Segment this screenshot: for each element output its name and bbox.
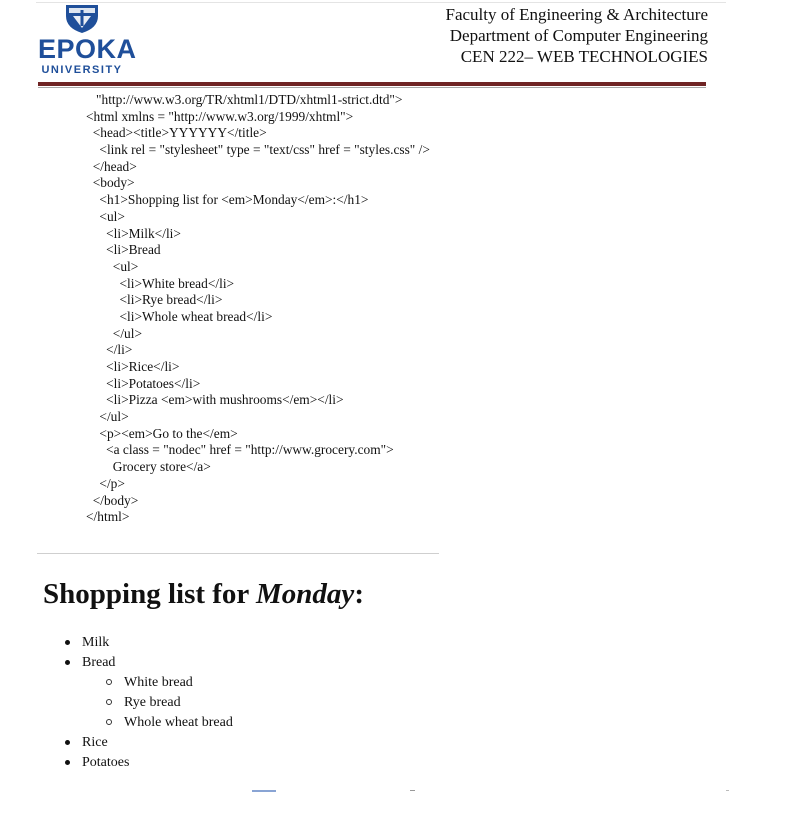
sublist-item: White bread bbox=[106, 673, 233, 693]
logo-shield-icon bbox=[66, 5, 98, 33]
header-rule-thin bbox=[38, 87, 706, 88]
code-line: <h1>Shopping list for <em>Monday</em>:</… bbox=[86, 192, 369, 208]
code-line: <li>Pizza <em>with mushrooms</em></li> bbox=[86, 392, 344, 408]
rendered-heading: Shopping list for Monday: bbox=[43, 576, 364, 612]
header-rule bbox=[38, 82, 706, 86]
code-line: <li>Milk</li> bbox=[86, 225, 181, 241]
code-line: <li>Potatoes</li> bbox=[86, 375, 201, 391]
top-border-line bbox=[36, 2, 726, 3]
list-item-label: Potatoes bbox=[82, 755, 130, 770]
sublist-item-label: White bread bbox=[124, 675, 193, 690]
rendered-shopping-list: Milk Bread White bread Rye bread Whole w… bbox=[65, 633, 233, 773]
code-line: <html xmlns = "http://www.w3.org/1999/xh… bbox=[86, 108, 354, 124]
list-item-label: Bread bbox=[82, 655, 116, 670]
code-line: <li>Rye bread</li> bbox=[86, 292, 223, 308]
code-line: </ul> bbox=[86, 409, 129, 425]
sublist-item-label: Whole wheat bread bbox=[124, 715, 233, 730]
code-line: <head><title>YYYYYY</title> bbox=[86, 125, 267, 141]
code-listing: "http://www.w3.org/TR/xhtml1/DTD/xhtml1-… bbox=[86, 92, 430, 526]
code-line: "http://www.w3.org/TR/xhtml1/DTD/xhtml1-… bbox=[86, 92, 403, 107]
code-line: <link rel = "stylesheet" type = "text/cs… bbox=[86, 142, 430, 158]
code-line: Grocery store</a> bbox=[86, 459, 211, 475]
list-item-label: Milk bbox=[82, 635, 110, 650]
code-line: <p><em>Go to the</em> bbox=[86, 425, 238, 441]
cropped-fragment bbox=[252, 790, 276, 792]
course-line: CEN 222– WEB TECHNOLOGIES bbox=[460, 47, 708, 66]
code-line: <ul> bbox=[86, 258, 139, 274]
rendered-bread-sublist: White bread Rye bread Whole wheat bread bbox=[82, 673, 233, 733]
code-line: <li>Rice</li> bbox=[86, 359, 180, 374]
list-item: Rice bbox=[65, 733, 233, 753]
logo-subtitle: UNIVERSITY bbox=[41, 64, 123, 76]
code-line: <a class = "nodec" href = "http://www.gr… bbox=[86, 442, 394, 458]
code-line: </p> bbox=[86, 475, 125, 491]
logo-wordmark: EPOKA bbox=[38, 34, 137, 64]
code-line: <li>Bread bbox=[86, 242, 161, 258]
code-line: <ul> bbox=[86, 208, 125, 224]
heading-colon: : bbox=[354, 578, 364, 610]
university-logo: EPOKA UNIVERSITY bbox=[38, 4, 137, 76]
list-item: Bread White bread Rye bread Whole wheat … bbox=[65, 653, 233, 733]
list-item: Potatoes bbox=[65, 753, 233, 773]
code-line: <li>White bread</li> bbox=[86, 275, 235, 291]
cropped-fragment bbox=[410, 790, 415, 791]
code-line: <body> bbox=[86, 175, 135, 191]
code-line: </ul> bbox=[86, 325, 143, 341]
sublist-item: Rye bread bbox=[106, 693, 233, 713]
list-item: Milk bbox=[65, 633, 233, 653]
faculty-line: Faculty of Engineering & Architecture bbox=[445, 5, 708, 24]
sublist-item-label: Rye bread bbox=[124, 695, 181, 710]
heading-text: Shopping list for bbox=[43, 578, 257, 610]
heading-emphasis: Monday bbox=[256, 578, 355, 610]
list-item-label: Rice bbox=[82, 735, 108, 750]
code-line: </body> bbox=[86, 492, 139, 508]
code-line: </li> bbox=[86, 342, 133, 358]
department-line: Department of Computer Engineering bbox=[449, 26, 708, 45]
code-line: </html> bbox=[86, 509, 130, 525]
cropped-fragment bbox=[726, 790, 729, 791]
code-line: </head> bbox=[86, 158, 137, 174]
code-line: <li>Whole wheat bread</li> bbox=[86, 308, 273, 324]
course-header: Faculty of Engineering & Architecture De… bbox=[446, 4, 708, 67]
separator-line bbox=[37, 553, 439, 554]
sublist-item: Whole wheat bread bbox=[106, 713, 233, 733]
